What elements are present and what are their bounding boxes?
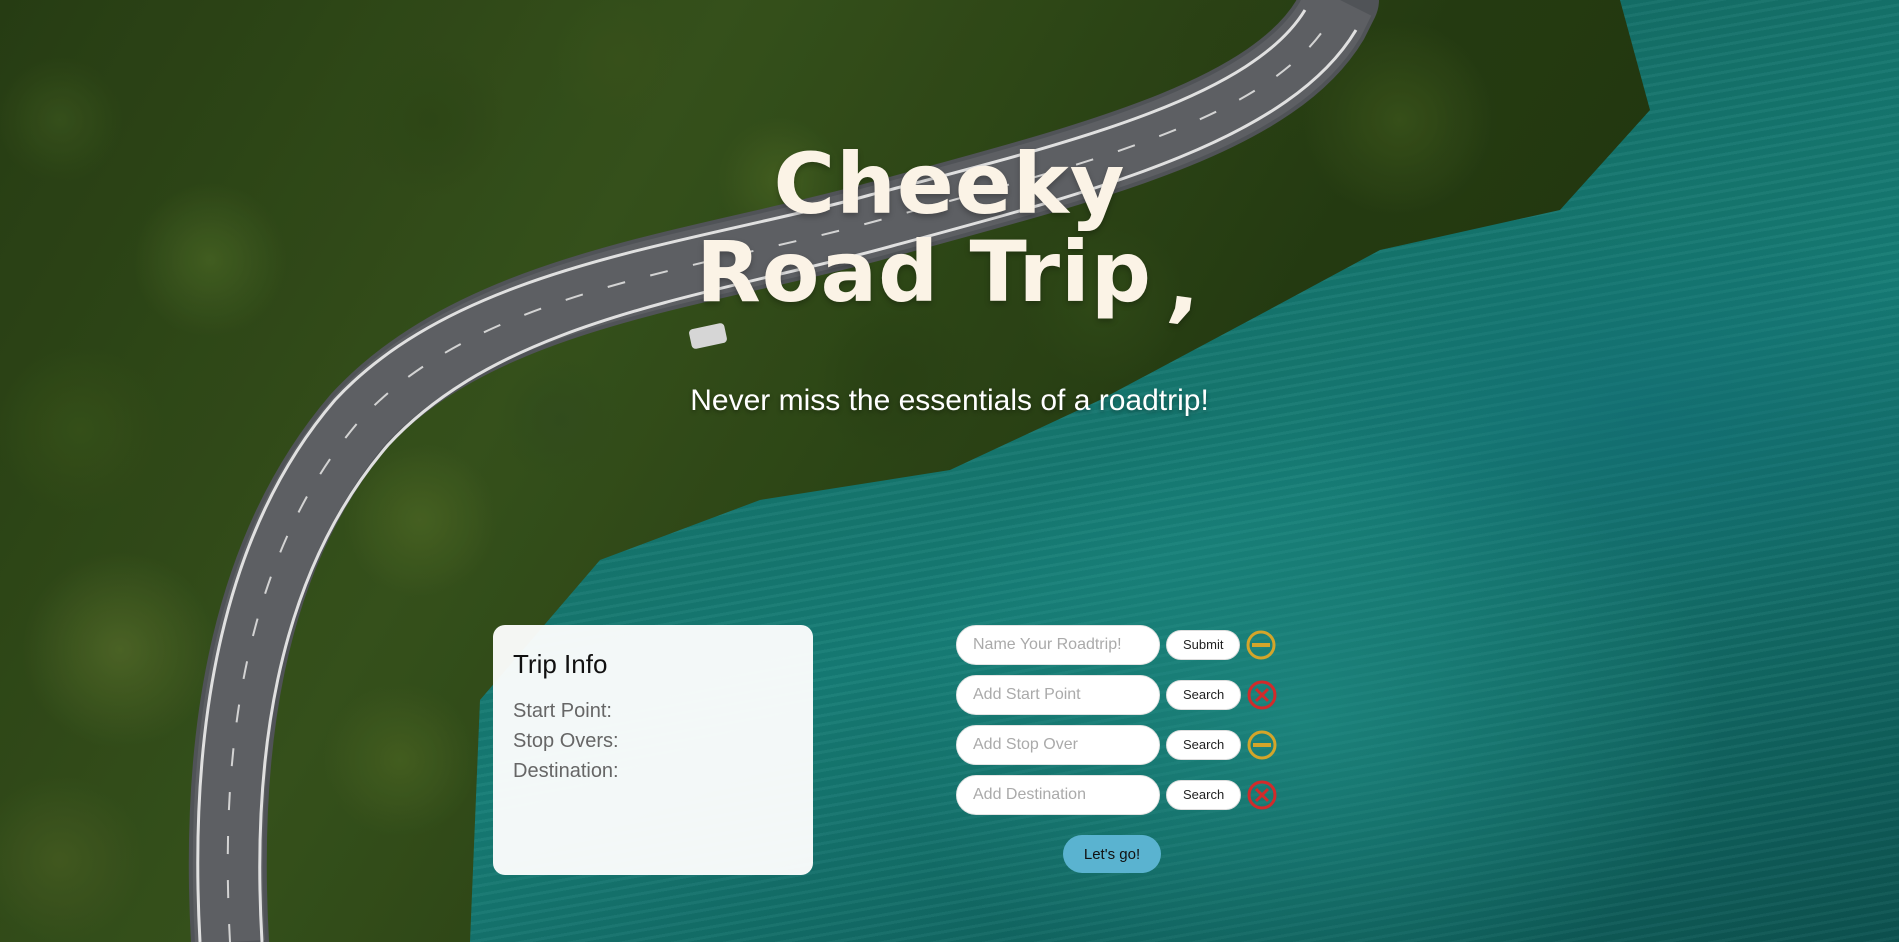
search-stop-button[interactable]: Search — [1166, 730, 1242, 760]
x-circle-icon[interactable] — [1246, 779, 1278, 811]
minus-circle-icon[interactable] — [1246, 729, 1278, 761]
lets-go-button[interactable]: Let's go! — [1063, 835, 1161, 873]
app-title: Cheeky Road Trip, — [0, 135, 1899, 335]
start-row: Search — [956, 675, 1278, 715]
stop-over-input[interactable] — [956, 725, 1160, 765]
submit-button[interactable]: Submit — [1166, 630, 1241, 660]
destination-input[interactable] — [956, 775, 1160, 815]
destination-label: Destination: — [513, 760, 619, 782]
stop-overs-label: Stop Overs: — [513, 730, 619, 752]
start-point-label: Start Point: — [513, 700, 612, 722]
x-circle-icon[interactable] — [1246, 679, 1278, 711]
tagline: Never miss the essentials of a roadtrip! — [690, 384, 1209, 417]
title-line-2: Road Trip, — [0, 228, 1899, 335]
destination-row: Search — [956, 775, 1278, 815]
title-line-2-text: Road Trip — [696, 223, 1152, 321]
search-destination-button[interactable]: Search — [1166, 780, 1242, 810]
title-line-1: Cheeky — [773, 135, 1126, 233]
minus-circle-icon[interactable] — [1245, 629, 1277, 661]
trip-info-title: Trip Info — [513, 649, 608, 679]
name-row: Submit — [956, 625, 1277, 665]
search-start-button[interactable]: Search — [1166, 680, 1242, 710]
roadtrip-name-input[interactable] — [956, 625, 1160, 665]
stop-row: Search — [956, 725, 1278, 765]
trip-info-card: Trip Info Start Point: Stop Overs: Desti… — [493, 625, 813, 875]
start-point-input[interactable] — [956, 675, 1160, 715]
